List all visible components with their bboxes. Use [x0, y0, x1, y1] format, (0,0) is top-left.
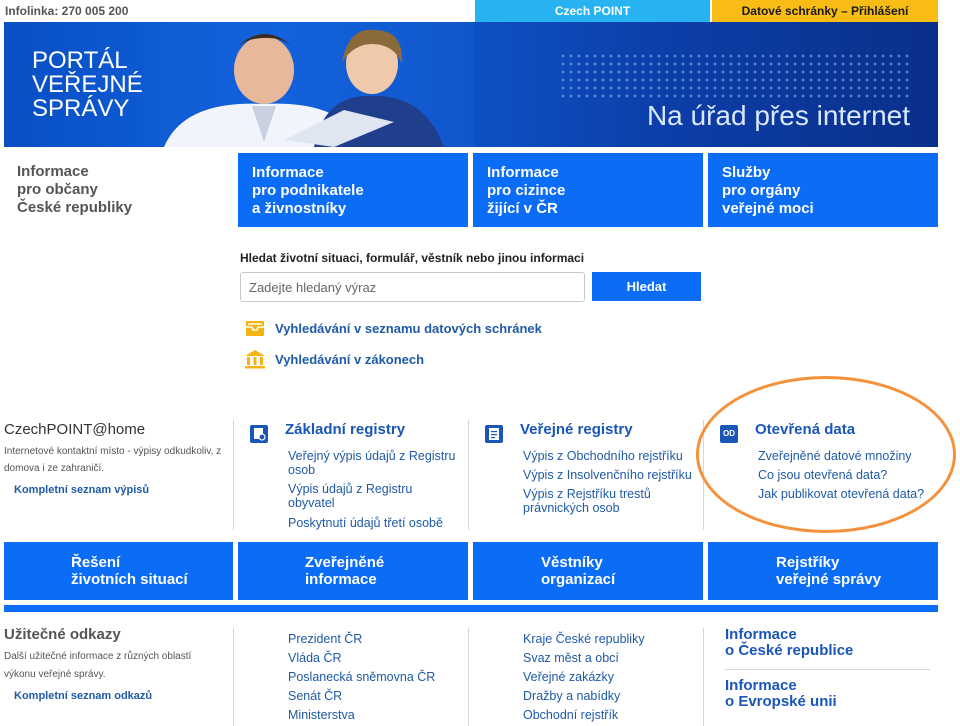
divider	[468, 628, 469, 726]
czechpoint-home-title[interactable]: CzechPOINT@home	[4, 421, 145, 438]
tile-line: a živnostníky	[252, 200, 347, 217]
datove-schranky-login-tab[interactable]: Datové schránky – Přihlášení	[712, 0, 938, 22]
banner-dot-pattern	[559, 52, 909, 98]
link-union-towns[interactable]: Svaz měst a obcí	[523, 651, 619, 665]
useful-links-list-link[interactable]: Kompletní seznam odkazů	[14, 690, 152, 702]
search-databox-link[interactable]: Vyhledávání v seznamu datových schránek	[244, 318, 542, 338]
infolinka-text: Infolinka: 270 005 200	[5, 4, 129, 18]
tile-line: Informace	[252, 164, 324, 181]
search-laws-label: Vyhledávání v zákonech	[275, 351, 425, 367]
info-line: o Evropské unii	[725, 693, 837, 710]
tile-published-info[interactable]: Zveřejněné informace	[238, 542, 468, 600]
search-databox-label: Vyhledávání v seznamu datových schránek	[275, 320, 542, 336]
tile-public-registries[interactable]: Rejstříky veřejné správy	[708, 542, 938, 600]
tile-line: životních situací	[71, 571, 188, 588]
info-line: Informace	[725, 626, 797, 643]
basic-registers-link-2[interactable]: Výpis údajů z Registru obyvatel	[288, 482, 448, 510]
tile-line: organizací	[541, 571, 616, 588]
tile-line: veřejné moci	[722, 200, 814, 217]
header-banner: PORTÁL VEŘEJNÉ SPRÁVY Na úřad přes inter…	[4, 22, 938, 147]
tile-line: žijící v ČR	[487, 200, 558, 217]
link-president[interactable]: Prezident ČR	[288, 632, 362, 646]
citizens-info-link[interactable]: Informace pro občany České republiky	[17, 163, 132, 217]
institution-icon	[245, 350, 265, 369]
public-registers-link-2[interactable]: Výpis z Insolvenčního rejstříku	[523, 468, 701, 482]
basic-registers-link-1[interactable]: Veřejný výpis údajů z Registru osob	[288, 449, 468, 477]
link-chamber[interactable]: Poslanecká sněmovna ČR	[288, 670, 435, 684]
search-label: Hledat životní situaci, formulář, věstní…	[240, 251, 585, 265]
divider	[725, 669, 930, 670]
czechpoint-home-desc: Internetové kontaktní místo - výpisy odk…	[4, 446, 222, 474]
intro-line-1: Informace	[17, 163, 89, 180]
tile-line: Služby	[722, 164, 771, 181]
portal-logo[interactable]: PORTÁL VEŘEJNÉ SPRÁVY	[32, 49, 143, 121]
banner-people-photo	[144, 22, 474, 147]
czechpoint-home-list-link[interactable]: Kompletní seznam výpisů	[14, 484, 149, 496]
search-button[interactable]: Hledat	[592, 272, 701, 301]
tile-foreigners[interactable]: Informace pro cizince žijící v ČR	[473, 153, 703, 227]
link-public-contracts[interactable]: Veřejné zakázky	[523, 670, 614, 684]
tile-line: Řešení	[71, 554, 121, 571]
mailbox-icon	[246, 321, 264, 336]
search-laws-link[interactable]: Vyhledávání v zákonech	[244, 349, 424, 369]
logo-line-2: VEŘEJNÉ	[32, 71, 143, 98]
tile-life-situations[interactable]: Řešení životních situací	[4, 542, 233, 600]
logo-line-1: PORTÁL	[32, 47, 128, 74]
divider	[233, 420, 234, 530]
tile-entrepreneurs[interactable]: Informace pro podnikatele a živnostníky	[238, 153, 468, 227]
info-eu-link[interactable]: Informace o Evropské unii	[725, 678, 837, 710]
tile-line: informace	[305, 571, 377, 588]
link-commercial-register[interactable]: Obchodní rejstřík	[523, 708, 618, 722]
public-registers-title[interactable]: Veřejné registry	[520, 421, 633, 438]
search-input[interactable]	[240, 272, 585, 302]
intro-line-2: pro občany	[17, 181, 98, 198]
intro-line-3: České republiky	[17, 199, 133, 216]
tile-line: Informace	[487, 164, 559, 181]
link-auctions[interactable]: Dražby a nabídky	[523, 689, 620, 703]
public-registers-link-3[interactable]: Výpis z Rejstříku trestů právnických oso…	[523, 487, 673, 515]
tile-line: pro orgány	[722, 182, 801, 199]
public-registers-link-1[interactable]: Výpis z Obchodního rejstříku	[523, 449, 698, 463]
link-regions[interactable]: Kraje České republiky	[523, 632, 645, 646]
highlight-ellipse	[696, 376, 956, 533]
tile-line: Rejstříky	[776, 554, 840, 571]
tile-line: veřejné správy	[776, 571, 882, 588]
banner-slogan: Na úřad přes internet	[646, 100, 910, 131]
link-ministries[interactable]: Ministerstva	[288, 708, 355, 722]
divider	[703, 628, 704, 726]
info-line: o České republice	[725, 642, 854, 659]
link-senate[interactable]: Senát ČR	[288, 689, 342, 703]
czechpoint-tab[interactable]: Czech POINT	[475, 0, 710, 22]
tile-line: Zveřejněné	[305, 554, 385, 571]
logo-line-3: SPRÁVY	[32, 95, 130, 122]
divider	[233, 628, 234, 726]
tile-line: Věstníky	[541, 554, 603, 571]
tile-public-authorities[interactable]: Služby pro orgány veřejné moci	[708, 153, 938, 227]
basic-registers-title[interactable]: Základní registry	[285, 421, 405, 438]
divider	[468, 420, 469, 530]
info-czech-republic-link[interactable]: Informace o České republice	[725, 627, 853, 659]
tile-line: pro cizince	[487, 182, 566, 199]
top-bar: Infolinka: 270 005 200 Czech POINT Datov…	[0, 0, 960, 22]
tile-bulletins[interactable]: Věstníky organizací	[473, 542, 703, 600]
basic-registers-link-3[interactable]: Poskytnutí údajů třetí osobě	[288, 516, 468, 530]
document-icon	[485, 425, 503, 443]
info-line: Informace	[725, 677, 797, 694]
link-government[interactable]: Vláda ČR	[288, 651, 342, 665]
registry-icon	[250, 425, 268, 443]
useful-links-title: Užitečné odkazy	[4, 626, 121, 643]
useful-links-desc: Další užitečné informace z různých oblas…	[4, 651, 192, 680]
tile-line: pro podnikatele	[252, 182, 364, 199]
blue-separator	[4, 605, 938, 612]
